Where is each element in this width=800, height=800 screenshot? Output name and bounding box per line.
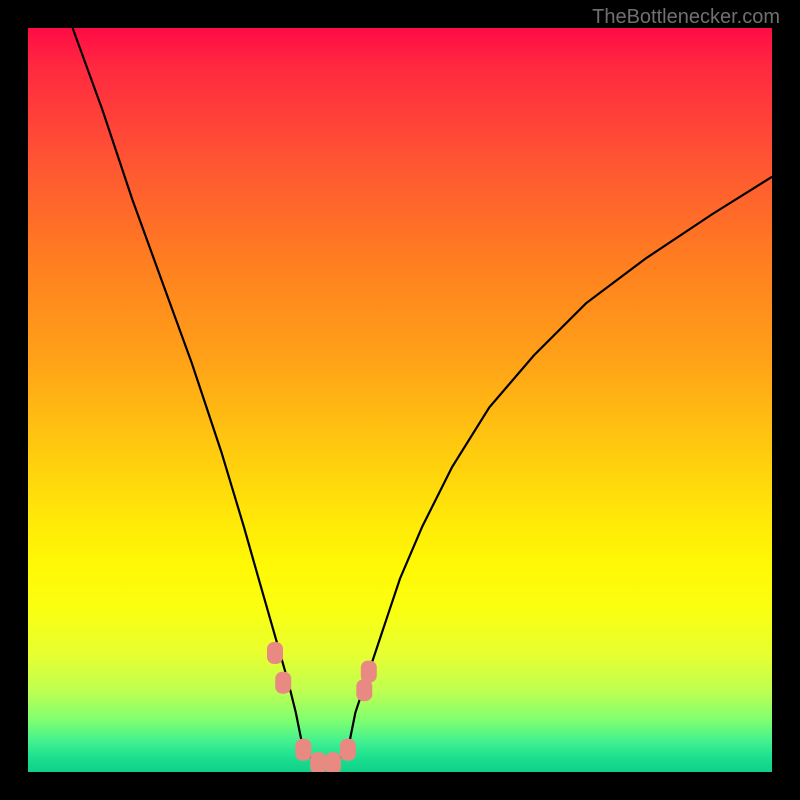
curve-marker (267, 642, 283, 664)
chart-plot-area (28, 28, 772, 772)
bottleneck-curve (73, 28, 772, 765)
curve-marker (310, 752, 326, 772)
curve-marker (325, 752, 341, 772)
curve-marker (295, 739, 311, 761)
curve-marker (275, 672, 291, 694)
chart-svg (28, 28, 772, 772)
curve-marker (340, 739, 356, 761)
curve-marker (361, 661, 377, 683)
watermark-text: TheBottlenecker.com (592, 6, 780, 29)
